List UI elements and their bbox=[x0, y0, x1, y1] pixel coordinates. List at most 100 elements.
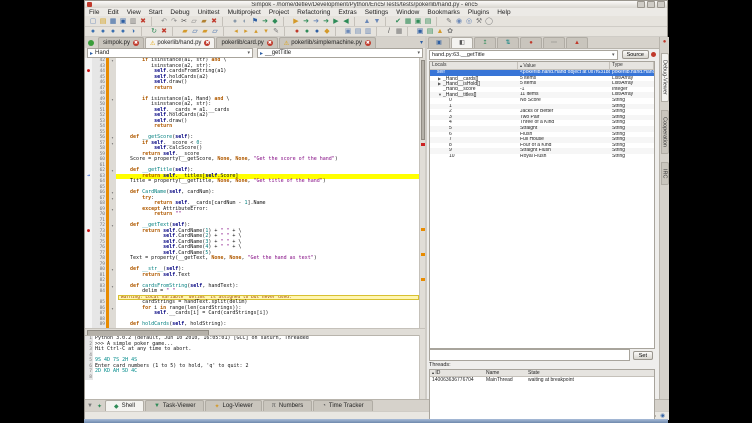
tab-close-icon[interactable]: ✖ bbox=[204, 40, 210, 46]
side-tab-debug-viewer[interactable]: Debug-Viewer bbox=[661, 53, 669, 102]
bp-clear-icon[interactable]: ● bbox=[118, 27, 128, 36]
column-id[interactable]: ▴ ID bbox=[430, 370, 484, 376]
cut-icon[interactable]: ✂ bbox=[179, 17, 189, 26]
tab-pokerlib-hand-py[interactable]: ⚠pokerlib/hand.py✖ bbox=[145, 37, 215, 48]
nav-fwd-icon[interactable]: ▸ bbox=[241, 27, 251, 36]
run-icon[interactable]: ▶ bbox=[291, 17, 301, 26]
tab-close-icon[interactable]: ✖ bbox=[365, 40, 371, 46]
class-combo[interactable]: ▸ Hand ▾ bbox=[87, 48, 253, 58]
tools-icon[interactable]: ⚒ bbox=[474, 17, 484, 26]
call-trace-tab[interactable]: ⇅ bbox=[497, 37, 519, 48]
threads-tab[interactable]: ↥ bbox=[474, 37, 496, 48]
variables-tab[interactable]: ▣ bbox=[428, 37, 450, 48]
edit-c-icon[interactable]: ▰ bbox=[200, 27, 210, 36]
method-combo[interactable]: ▸ __getTitle ▾ bbox=[257, 48, 423, 58]
copy-icon[interactable]: ▱ bbox=[189, 17, 199, 26]
box-b-icon[interactable]: ▣ bbox=[415, 27, 425, 36]
slash-icon[interactable]: / bbox=[384, 27, 394, 36]
menu-unittest[interactable]: Unittest bbox=[194, 9, 224, 16]
tab-list-icon[interactable]: ▾ bbox=[420, 39, 423, 46]
doc-icon[interactable]: ▤ bbox=[423, 17, 433, 26]
step-out-icon[interactable]: ➜ bbox=[321, 17, 331, 26]
tab-close-icon[interactable]: ✖ bbox=[133, 40, 139, 46]
circle-b-icon[interactable]: ● bbox=[312, 27, 322, 36]
win-b-icon[interactable]: ▤ bbox=[353, 27, 363, 36]
edit-a-icon[interactable]: ▰ bbox=[180, 27, 190, 36]
refresh-icon[interactable]: ↻ bbox=[149, 27, 159, 36]
save-all-icon[interactable]: ▣ bbox=[118, 17, 128, 26]
menu-start[interactable]: Start bbox=[145, 9, 167, 16]
menu-extras[interactable]: Extras bbox=[334, 9, 360, 16]
search-icon[interactable]: ● bbox=[230, 17, 240, 26]
breakpoint-margin[interactable] bbox=[85, 322, 92, 328]
nav-dn-icon[interactable]: ▾ bbox=[261, 27, 271, 36]
side-tab-cooperation[interactable]: Cooperation bbox=[661, 110, 669, 154]
edit-b-icon[interactable]: ▱ bbox=[190, 27, 200, 36]
check-icon[interactable]: ✔ bbox=[393, 17, 403, 26]
locals-table[interactable]: Locals ▴ Value Type self<pokerlib.hand.H… bbox=[429, 61, 655, 349]
fold-margin[interactable] bbox=[109, 322, 116, 328]
watch-tab[interactable]: ⋯ bbox=[543, 37, 565, 48]
pencil-icon[interactable]: ✎ bbox=[444, 17, 454, 26]
set-button[interactable]: Set bbox=[633, 351, 653, 360]
zoom-out-icon[interactable]: ◎ bbox=[464, 17, 474, 26]
sync-icon[interactable]: ◑ bbox=[128, 27, 138, 36]
shell-mode-icon[interactable]: ✦ bbox=[97, 403, 102, 410]
code-line[interactable]: 89 def holdCards(self, holdString): bbox=[85, 322, 419, 328]
paste-icon[interactable]: ▰ bbox=[199, 17, 209, 26]
shell-console[interactable]: 1Python 3.0.2 (default, Jun 10 2010, 16:… bbox=[85, 335, 419, 400]
build-icon[interactable]: ▦ bbox=[403, 17, 413, 26]
locals-table-header[interactable]: Locals ▴ Value Type bbox=[430, 62, 654, 70]
menu-view[interactable]: View bbox=[123, 9, 145, 16]
delete-icon[interactable]: ✖ bbox=[209, 17, 219, 26]
edit-d-icon[interactable]: ▱ bbox=[210, 27, 220, 36]
redo-icon[interactable]: ↷ bbox=[169, 17, 179, 26]
stop-icon[interactable]: ✖ bbox=[159, 27, 169, 36]
tab-simpok-py[interactable]: simpok.py✖ bbox=[98, 37, 144, 48]
run-to-icon[interactable]: ◀ bbox=[341, 17, 351, 26]
maximize-button[interactable] bbox=[647, 1, 655, 8]
tab-pokerlib-card-py[interactable]: pokerlib/card.py✖ bbox=[216, 37, 277, 48]
minimize-button[interactable] bbox=[637, 1, 645, 8]
arrow-up-icon[interactable]: ▲ bbox=[362, 17, 372, 26]
desktop-taskbar[interactable] bbox=[84, 419, 668, 423]
undo-icon[interactable]: ↶ bbox=[159, 17, 169, 26]
menu-file[interactable]: File bbox=[85, 9, 103, 16]
close-button[interactable] bbox=[657, 1, 665, 8]
circle-r-icon[interactable]: ● bbox=[292, 27, 302, 36]
diamond-icon[interactable]: ◆ bbox=[322, 27, 332, 36]
exceptions-tab[interactable]: ▲ bbox=[566, 37, 588, 48]
arrow-dn-icon[interactable]: ▼ bbox=[372, 17, 382, 26]
menu-edit[interactable]: Edit bbox=[103, 9, 122, 16]
close-icon[interactable]: ✖ bbox=[138, 17, 148, 26]
variable-filter-input[interactable] bbox=[429, 349, 630, 361]
circle-g-icon[interactable]: ● bbox=[302, 27, 312, 36]
menu-window[interactable]: Window bbox=[392, 9, 423, 16]
bp-toggle-icon[interactable]: ● bbox=[88, 27, 98, 36]
continue-icon[interactable]: ▶ bbox=[331, 17, 341, 26]
step-icon[interactable]: ➜ bbox=[301, 17, 311, 26]
column-type[interactable]: Type bbox=[610, 62, 654, 69]
pin-icon[interactable]: ▼ bbox=[87, 403, 93, 409]
profile-icon[interactable]: ▣ bbox=[413, 17, 423, 26]
menu-settings[interactable]: Settings bbox=[361, 9, 393, 16]
step-over-icon[interactable]: ➜ bbox=[311, 17, 321, 26]
column-locals[interactable]: Locals bbox=[430, 62, 518, 69]
bp-prev-icon[interactable]: ● bbox=[108, 27, 118, 36]
tab-pokerlib-simplemachine-py[interactable]: ⚠pokerlib/simplemachine.py✖ bbox=[279, 37, 376, 48]
menu-debug[interactable]: Debug bbox=[166, 9, 193, 16]
menu-help[interactable]: Help bbox=[493, 9, 514, 16]
win-a-icon[interactable]: ▣ bbox=[343, 27, 353, 36]
gear-icon[interactable]: ✿ bbox=[445, 27, 455, 36]
help-icon[interactable]: ◯ bbox=[484, 17, 494, 26]
pen-icon[interactable]: ✎ bbox=[271, 27, 281, 36]
bp-next-icon[interactable]: ● bbox=[98, 27, 108, 36]
box-c-icon[interactable]: ▤ bbox=[425, 27, 435, 36]
column-name[interactable]: Name bbox=[484, 370, 526, 376]
threads-table[interactable]: ▴ ID Name State 140063636776704MainThrea… bbox=[429, 369, 655, 423]
goto-icon[interactable]: ➜ bbox=[260, 17, 270, 26]
box-d-icon[interactable]: ▲ bbox=[435, 27, 445, 36]
variable-row[interactable]: 10Royal FlushString bbox=[430, 154, 654, 160]
side-tab-irc[interactable]: IRC bbox=[661, 162, 669, 185]
bookmark-icon[interactable]: ⚑ bbox=[250, 17, 260, 26]
